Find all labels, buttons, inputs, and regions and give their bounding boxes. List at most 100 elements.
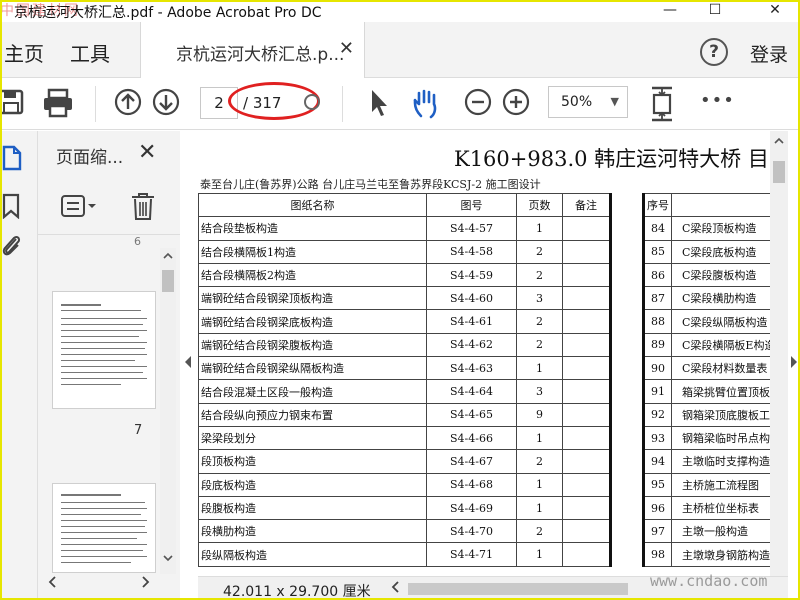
doc-scroll-up-icon[interactable] — [773, 135, 785, 147]
table-header-cell — [670, 192, 770, 218]
close-window-button[interactable]: ✕ — [760, 0, 790, 22]
table-header-cell: 序号 — [643, 192, 672, 218]
table-cell: 结合段纵向预应力钢束布置 — [198, 402, 427, 427]
doc-scroll-thumb[interactable] — [773, 161, 785, 183]
scroll-up-icon[interactable] — [162, 250, 174, 262]
left-navigation-rail — [0, 131, 38, 600]
table-header-row: 序号 — [643, 192, 770, 218]
page-refresh-icon[interactable] — [302, 92, 322, 112]
table-row: 段腹板构造 S4-4-69 1 — [198, 495, 611, 521]
table-cell: 2 — [516, 262, 563, 288]
print-icon[interactable] — [42, 88, 74, 118]
thumbnail-page-8[interactable] — [52, 483, 156, 573]
table-cell: 2 — [516, 239, 563, 264]
table-cell: 1 — [516, 542, 563, 567]
minimize-button[interactable]: — — [655, 0, 685, 22]
table-cell: S4-4-57 — [426, 216, 517, 241]
table-cell — [562, 425, 611, 451]
table-cell: 端钢砼结合段钢梁腹板构造 — [198, 332, 427, 358]
table-cell: 端钢砼结合段钢梁顶板构造 — [198, 286, 427, 311]
table-cell: 结合段横隔板2构造 — [198, 262, 427, 288]
table-row: 91 箱梁挑臂位置顶板 — [643, 379, 770, 404]
thumbnails-panel: 页面缩... ✕ 6 7 — [38, 131, 180, 600]
table-cell: C梁段腹板构造 — [670, 262, 770, 288]
table-row: 88 C梁段纵隔板构造 — [643, 309, 770, 334]
fit-page-icon[interactable] — [648, 86, 676, 122]
table-row: 90 C梁段材料数量表 — [643, 356, 770, 381]
table-row: 段纵隔板构造 S4-4-71 1 — [198, 542, 611, 567]
table-row: 端钢砼结合段钢梁腹板构造 S4-4-62 2 — [198, 332, 611, 358]
table-cell — [562, 519, 611, 544]
toolbar: 2 / 317 50% ▼ ••• — [0, 78, 800, 130]
drawing-index-table-right: 序号 84 C梁段顶板构造 85 C梁段底板构造 86 C梁段腹板构造 87 C梁段横肋构造 88… — [642, 192, 770, 567]
table-cell — [562, 449, 611, 474]
thumbnail-scroll-left-icon[interactable] — [46, 575, 60, 589]
table-cell: C梁段底板构造 — [670, 239, 770, 264]
table-row: 段横肋构造 S4-4-70 2 — [198, 519, 611, 544]
table-cell: 90 — [643, 356, 672, 381]
page-thumbnails-icon[interactable] — [2, 145, 22, 171]
table-cell: S4-4-59 — [426, 262, 517, 288]
menu-tools[interactable]: 工具 — [70, 38, 110, 67]
table-cell: 89 — [643, 332, 672, 358]
document-scrollbar[interactable] — [770, 131, 788, 576]
table-cell: S4-4-67 — [426, 449, 517, 474]
hand-tool-icon[interactable] — [412, 88, 442, 120]
site-watermark: www.cndao.com — [650, 572, 768, 590]
collapse-right-panel-icon[interactable] — [790, 355, 798, 369]
thumbnail-options-icon[interactable] — [60, 193, 100, 219]
table-cell: 1 — [516, 216, 563, 241]
scroll-down-icon[interactable] — [162, 552, 174, 564]
zoom-in-icon[interactable] — [502, 88, 530, 116]
bookmark-icon[interactable] — [2, 193, 20, 219]
doc-scroll-left-icon[interactable] — [390, 580, 402, 594]
table-cell: 9 — [516, 402, 563, 427]
zoom-select[interactable]: 50% ▼ — [548, 86, 628, 118]
table-cell: 箱梁挑臂位置顶板 — [670, 379, 770, 404]
table-cell: 主墩墩身钢筋构造 — [670, 542, 770, 567]
table-cell: S4-4-69 — [426, 495, 517, 521]
zoom-out-icon[interactable] — [464, 88, 492, 116]
thumbnail-scrollbar[interactable] — [160, 248, 176, 574]
table-cell: S4-4-60 — [426, 286, 517, 311]
table-cell: 梁梁段划分 — [198, 425, 427, 451]
table-cell: C梁段横隔板E构造 — [670, 332, 770, 358]
maximize-button[interactable]: ☐ — [700, 0, 730, 22]
thumbnails-close-icon[interactable]: ✕ — [138, 140, 156, 165]
table-cell: 2 — [516, 449, 563, 474]
thumbnail-page-7[interactable] — [52, 291, 156, 409]
table-row: 85 C梁段底板构造 — [643, 239, 770, 264]
table-row: 93 钢箱梁临时吊点构 — [643, 425, 770, 451]
table-cell: 92 — [643, 402, 672, 427]
table-header-cell: 备注 — [562, 192, 611, 218]
select-cursor-icon[interactable] — [368, 88, 390, 118]
delete-page-icon[interactable] — [130, 191, 156, 221]
table-row: 89 C梁段横隔板E构造 — [643, 332, 770, 358]
login-button[interactable]: 登录 — [750, 40, 788, 67]
horizontal-scroll-thumb[interactable] — [408, 583, 628, 595]
next-page-icon[interactable] — [152, 88, 180, 116]
document-tab[interactable]: 京杭运河大桥汇总.p... ✕ — [140, 22, 365, 78]
table-row: 梁梁段划分 S4-4-66 1 — [198, 425, 611, 451]
thumbnail-scroll-right-icon[interactable] — [138, 575, 152, 589]
zoom-value: 50% — [561, 94, 593, 110]
table-row: 结合段横隔板1构造 S4-4-58 2 — [198, 239, 611, 264]
previous-page-icon[interactable] — [114, 88, 142, 116]
attachment-icon[interactable] — [0, 231, 22, 259]
save-icon[interactable] — [0, 88, 26, 118]
more-options-icon[interactable]: ••• — [700, 90, 735, 111]
table-row: 结合段横隔板2构造 S4-4-59 2 — [198, 262, 611, 288]
document-tab-label: 京杭运河大桥汇总.p... — [176, 45, 345, 65]
table-cell: 86 — [643, 262, 672, 288]
table-cell: 1 — [516, 472, 563, 497]
table-row: 96 主桥桩位坐标表 — [643, 495, 770, 521]
collapse-left-panel-icon[interactable] — [184, 355, 192, 369]
menu-home[interactable]: 主页 — [4, 38, 44, 67]
table-row: 段底板构造 S4-4-68 1 — [198, 472, 611, 497]
thumbnail-scroll-thumb[interactable] — [162, 270, 174, 292]
table-cell: 主墩一般构造 — [670, 519, 770, 544]
table-cell: S4-4-66 — [426, 425, 517, 451]
document-tab-close-icon[interactable]: ✕ — [339, 38, 354, 59]
document-view[interactable]: K160+983.0 韩庄运河特大桥 目 泰至台儿庄(鲁苏界)公路 台儿庄马兰屯… — [198, 131, 770, 576]
help-icon[interactable]: ? — [700, 38, 728, 66]
